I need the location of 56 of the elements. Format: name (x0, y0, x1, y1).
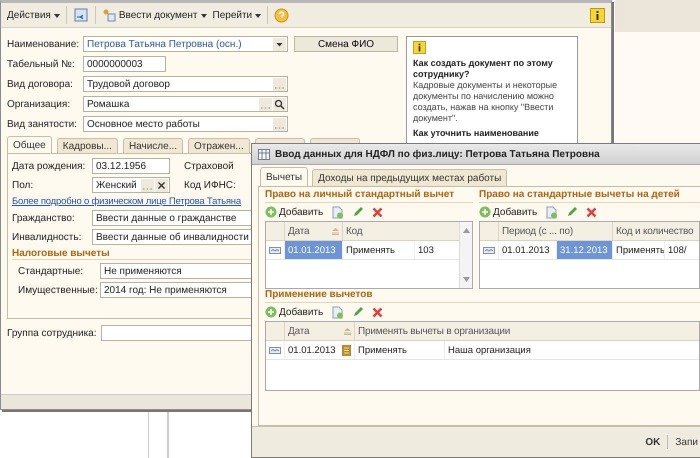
goto-menu[interactable]: Перейти (212, 10, 262, 20)
column-header[interactable]: Период (с ... по) (498, 222, 612, 240)
add-button[interactable]: Добавить (265, 306, 324, 318)
field-label: Инвалидность: (12, 232, 82, 242)
input-field[interactable]: Ромашка (83, 96, 288, 112)
field-label: Имущественные: (18, 284, 96, 296)
table-cell: Применять (342, 241, 414, 259)
add-button[interactable]: Добавить (265, 206, 324, 218)
date-field[interactable]: 03.12.1956 (92, 158, 170, 174)
tab[interactable]: Кадровы... (56, 138, 118, 153)
add-button[interactable]: Добавить (479, 206, 538, 218)
enter-document-menu[interactable]: Ввести документ (102, 8, 207, 22)
table-cell: Наша организация (444, 341, 699, 359)
table-cell: 31.12.2013 (556, 241, 612, 259)
input-field[interactable]: Основное место работы (83, 116, 288, 132)
section-title: Право на личный стандартный вычет (265, 189, 473, 203)
table-cell: 108/ (664, 241, 699, 259)
tab[interactable]: Доходы на предыдущих местах работы (312, 169, 508, 186)
field-label: Гражданство: (12, 212, 76, 224)
input-field[interactable]: Петрова Татьяна Петровна (осн.) (83, 36, 288, 52)
column-header[interactable]: Применять вычеты в организации (354, 322, 699, 340)
dialog-button[interactable]: OK (643, 436, 662, 448)
rename-button[interactable]: Смена ФИО (294, 36, 398, 52)
tab[interactable]: Вычеты (260, 167, 308, 186)
input-field[interactable]: Женский (92, 177, 170, 193)
help-heading: Как уточнить наименование (413, 128, 540, 139)
section-title: Право на стандартные вычеты на детей (479, 189, 700, 203)
input-field[interactable]: 0000000003 (83, 56, 166, 72)
section-title: Применение вычетов (265, 289, 700, 303)
window-title: Ввод данных для НДФЛ по физ.лицу: Петрова Татьяна Петровна (275, 148, 600, 160)
field-label: Дата рождения: (12, 160, 86, 172)
table-cell: 01.01.2013 (284, 241, 342, 259)
actions-menu[interactable]: Действия (7, 10, 60, 20)
help-text: Кадровые документы и некоторые документы по начислению можно создать, нажав на кнопку "Ввести документ". (413, 80, 558, 124)
column-header[interactable]: Дата (284, 322, 354, 340)
field-label: Код ИФНС: (184, 180, 236, 190)
field-label: Табельный №: (7, 58, 76, 70)
column-header[interactable]: Дата (284, 222, 342, 240)
tab[interactable]: Общее (7, 136, 52, 153)
tab[interactable]: Начисле... (122, 138, 184, 153)
help-heading: Как создать документ по этому сотруднику? (413, 58, 554, 80)
input-field[interactable]: Трудовой договор (83, 76, 288, 92)
field-label: Наименование: (7, 38, 79, 50)
table-cell: 01.01.2013 (284, 341, 354, 359)
dialog-button[interactable]: Запи (673, 436, 700, 448)
field-label: Стандартные: (18, 266, 84, 276)
column-header[interactable]: Код и количество (612, 222, 699, 240)
field-label: Вид занятости: (7, 118, 78, 130)
field-label: Вид договора: (7, 78, 74, 90)
tab[interactable]: Отражен... (188, 138, 250, 153)
field-label: Пол: (12, 180, 34, 190)
table-cell: Применять (354, 341, 444, 359)
field-label: Организация: (7, 98, 72, 110)
table-cell: Применять (612, 241, 664, 259)
field-label: Страховой (184, 160, 234, 172)
field-label: Группа сотрудника: (7, 328, 97, 338)
